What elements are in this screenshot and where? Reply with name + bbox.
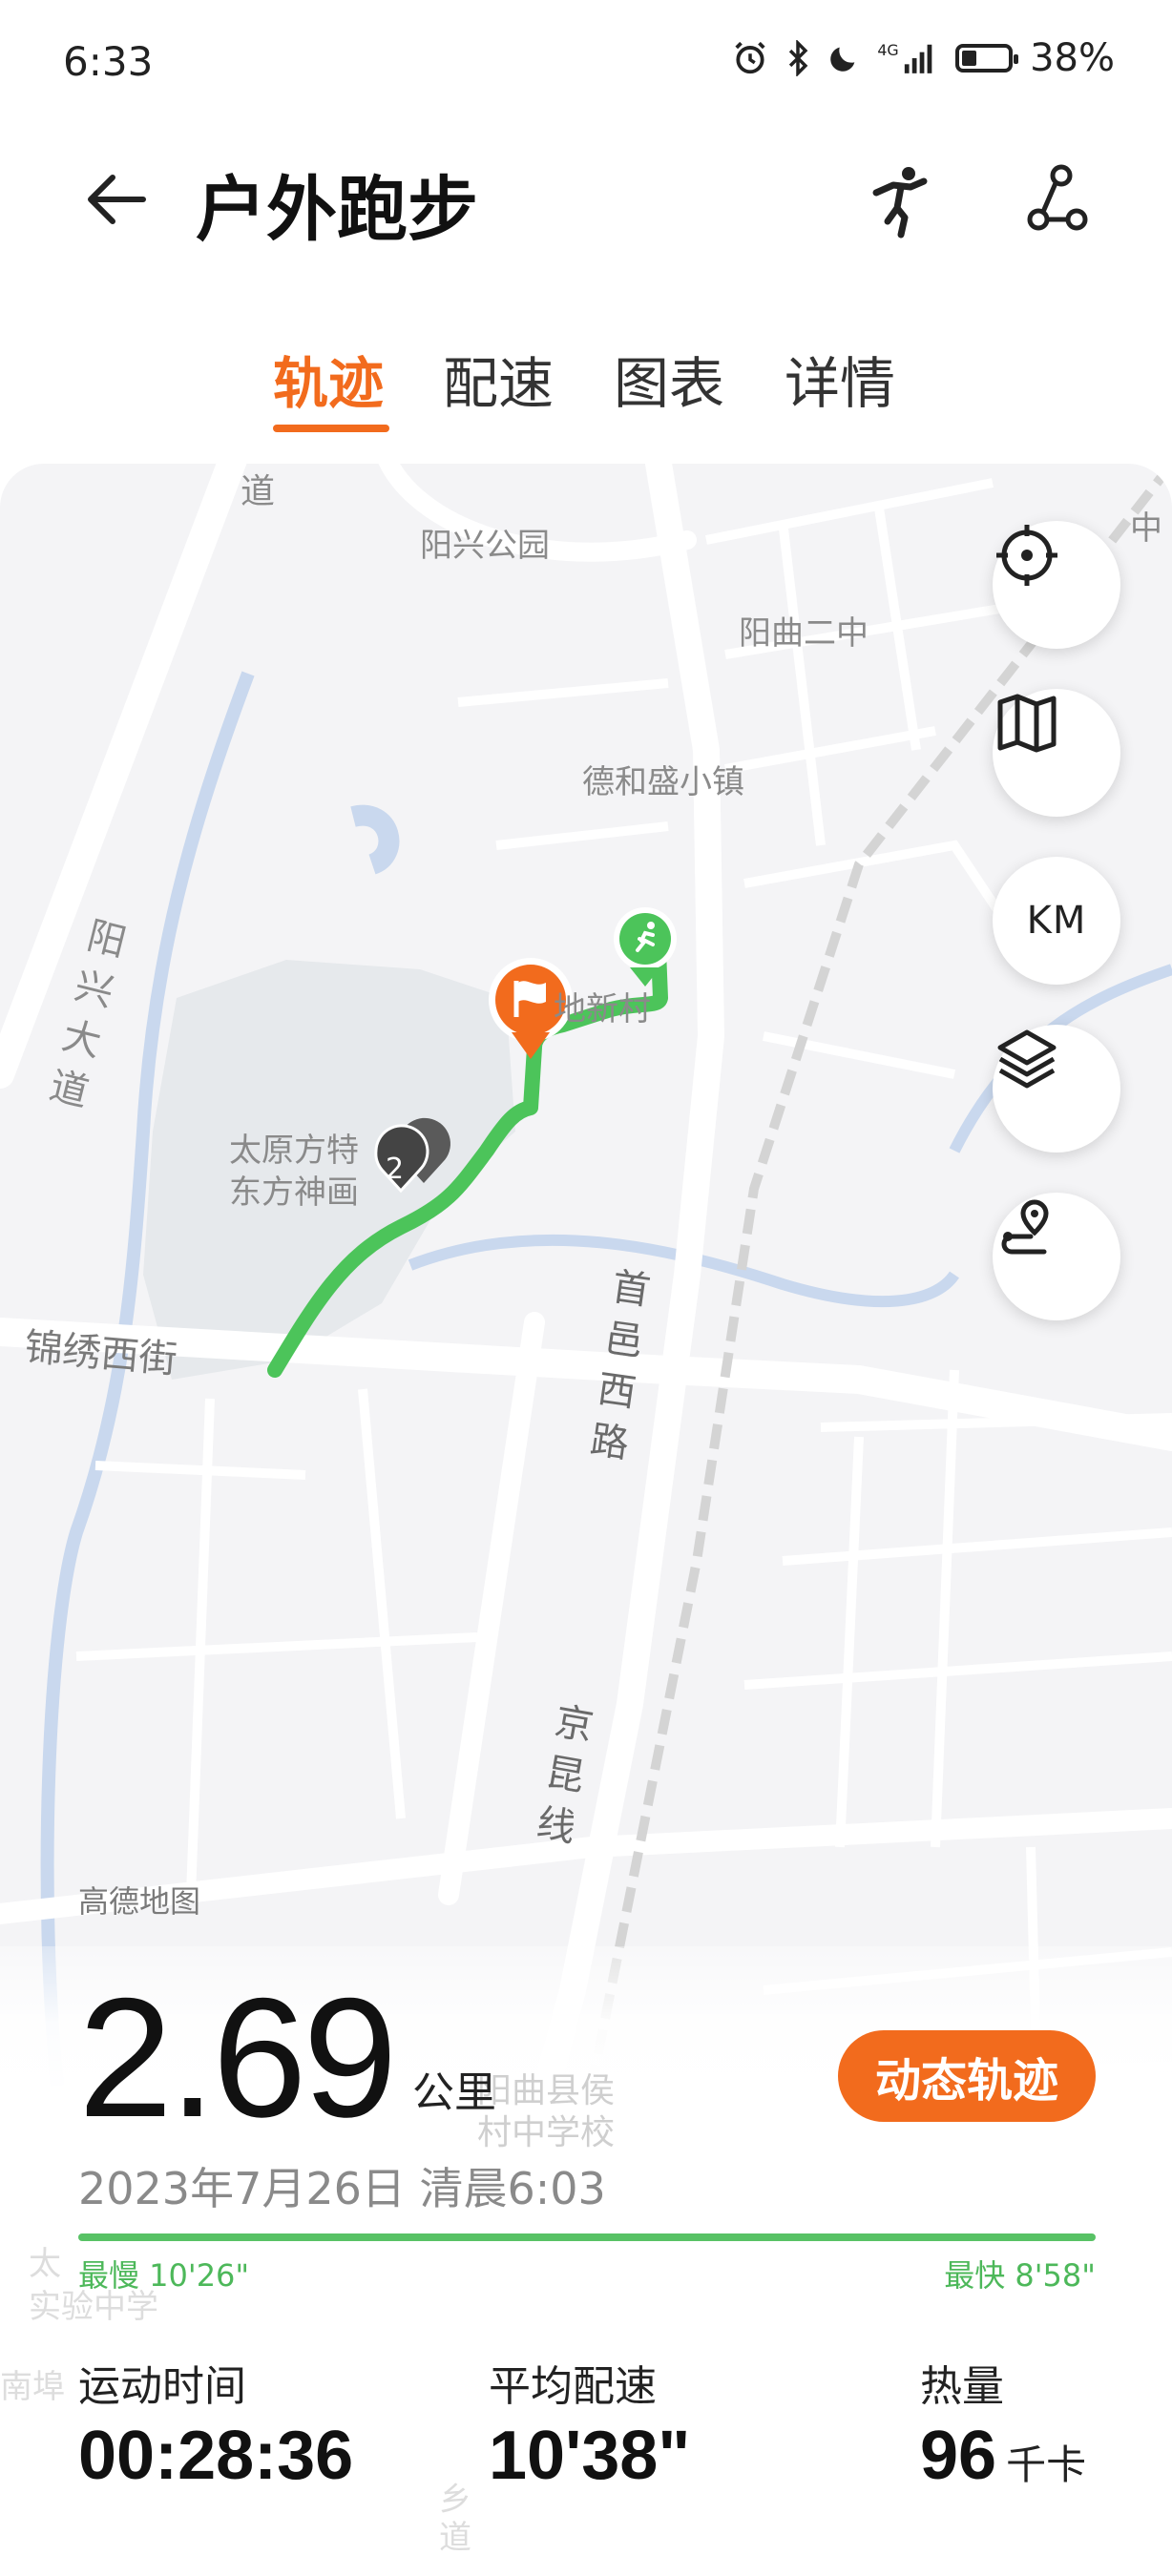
stat-label-calories: 热量 [920, 2362, 1004, 2411]
map-label-road-top: 道 [241, 472, 276, 511]
map-label-park: 阳兴公园 [420, 527, 550, 565]
map-label-faded-left: 太 [29, 2245, 61, 2283]
map-type-button[interactable] [993, 689, 1120, 817]
moon-icon [830, 47, 855, 72]
distance-value: 2.69 [78, 1963, 397, 2152]
stat-value-calories: 96 千卡 [920, 2417, 1086, 2495]
dynamic-track-button[interactable]: 动态轨迹 [838, 2030, 1096, 2122]
map-label-village: 地新村 [554, 990, 651, 1028]
calories-value: 96 [920, 2418, 997, 2494]
bluetooth-icon [788, 40, 808, 76]
route-pin-icon [1001, 1199, 1049, 1255]
km-toggle-label: KM [1026, 899, 1087, 943]
stat-value-avg-pace: 10'38" [489, 2417, 690, 2495]
pond [350, 804, 400, 875]
active-tab-indicator [273, 425, 389, 432]
runner-pose-icon[interactable] [857, 156, 943, 242]
tab-track[interactable]: 轨迹 [273, 339, 384, 419]
back-arrow-icon[interactable] [74, 156, 160, 242]
status-time: 6:33 [63, 38, 154, 85]
map-label-town: 德和盛小镇 [582, 763, 744, 801]
status-icons: 4G 38% [732, 36, 1115, 80]
tab-pace[interactable]: 配速 [443, 339, 554, 419]
map-provider-logo: 高德地图 [78, 1883, 201, 1920]
alarm-icon [735, 41, 765, 74]
avg-pace-value: 10'38" [489, 2418, 691, 2494]
layers-button[interactable] [993, 1025, 1120, 1153]
start-marker[interactable] [614, 907, 677, 987]
map-label-edge: 中 [1130, 509, 1162, 548]
share-route-icon[interactable] [1012, 156, 1098, 242]
km-marker-count: 2 [386, 1153, 405, 1186]
battery-icon [955, 44, 1019, 73]
stat-value-duration: 00:28:36 [78, 2417, 353, 2495]
duration-value: 00:28:36 [78, 2418, 354, 2494]
tab-details[interactable]: 详情 [785, 339, 895, 419]
stat-label-avg-pace: 平均配速 [489, 2362, 657, 2411]
battery-percent: 38% [1030, 36, 1115, 80]
map-label-area2: 东方神画 [229, 1174, 359, 1212]
layers-icon [997, 1029, 1057, 1089]
locate-icon [996, 525, 1057, 586]
fastest-pace: 最快 8'58" [944, 2257, 1096, 2294]
map-label-faded-bottom: 南埠 [0, 2368, 65, 2406]
pace-range-bar [78, 2233, 1096, 2241]
map-label-faded-xiang: 乡道 [439, 2481, 471, 2557]
distance-unit: 公里 [412, 2068, 496, 2117]
map-label-school2: 阳曲二中 [739, 614, 869, 653]
map-label-area1: 太原方特 [229, 1132, 359, 1170]
locate-button[interactable] [993, 521, 1120, 649]
workout-datetime: 2023年7月26日 清晨6:03 [78, 2163, 606, 2214]
slowest-pace: 最慢 10'26" [78, 2257, 250, 2294]
route-pin-button[interactable] [993, 1193, 1120, 1320]
km-toggle-button[interactable]: KM [993, 857, 1120, 985]
map-icon [997, 694, 1057, 753]
tab-chart[interactable]: 图表 [614, 339, 724, 419]
page-title: 户外跑步 [196, 169, 478, 251]
calories-unit: 千卡 [1006, 2441, 1087, 2488]
signal-icon: 4G [877, 41, 932, 73]
tab-bar: 轨迹 配速 图表 详情 [0, 339, 1172, 444]
network-type: 4G [877, 41, 898, 59]
stat-label-duration: 运动时间 [78, 2362, 246, 2411]
map-label-faded-school: 阳曲县侯村中学校 [477, 2071, 616, 2152]
